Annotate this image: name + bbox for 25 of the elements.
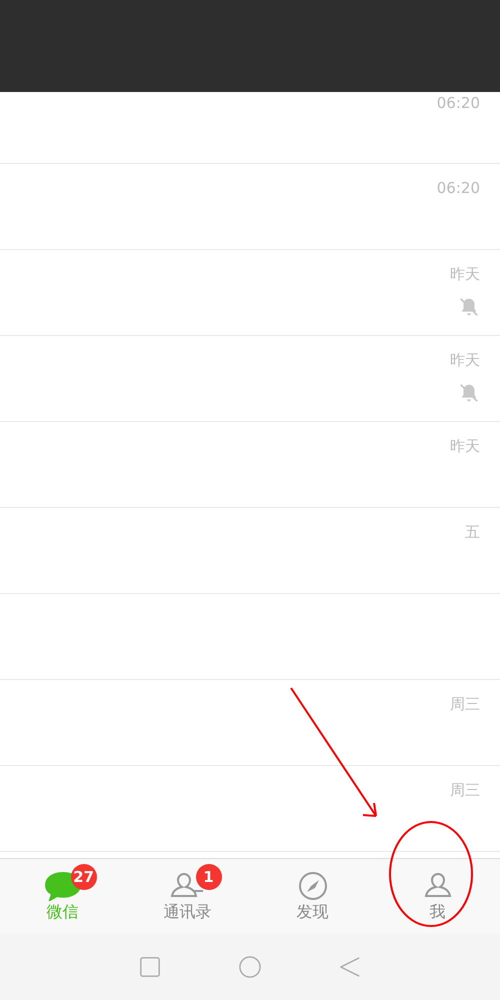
chat-time: 周三 — [450, 781, 480, 800]
recent-apps-button[interactable] — [139, 956, 161, 978]
chat-row[interactable]: 06:20 — [0, 92, 500, 164]
back-button[interactable] — [339, 956, 361, 978]
tab[interactable]: 我 — [375, 859, 500, 933]
chat-time: 五 — [465, 523, 480, 542]
unread-badge: 1 — [196, 864, 222, 890]
chat-time: 昨天 — [450, 351, 480, 370]
chat-row[interactable]: 06:20 — [0, 164, 500, 250]
chat-row[interactable]: 昨天 — [0, 422, 500, 508]
chat-row[interactable]: 昨天 — [0, 336, 500, 422]
tab[interactable]: 27 微信 — [0, 859, 125, 933]
chat-row[interactable]: 昨天 — [0, 250, 500, 336]
home-button[interactable] — [239, 956, 261, 978]
chat-row[interactable]: 周三 — [0, 766, 500, 852]
unread-badge: 27 — [70, 864, 96, 890]
chat-time: 06:20 — [436, 94, 480, 112]
chat-time: 周三 — [450, 695, 480, 714]
chat-row[interactable]: 周三 — [0, 680, 500, 766]
tab[interactable]: 发现 — [250, 859, 375, 933]
chat-row[interactable]: 五 — [0, 508, 500, 594]
chat-time: 昨天 — [450, 437, 480, 456]
chat-time: 06:20 — [436, 179, 480, 197]
chat-time: 昨天 — [450, 265, 480, 284]
tab[interactable]: 1 通讯录 — [125, 859, 250, 933]
